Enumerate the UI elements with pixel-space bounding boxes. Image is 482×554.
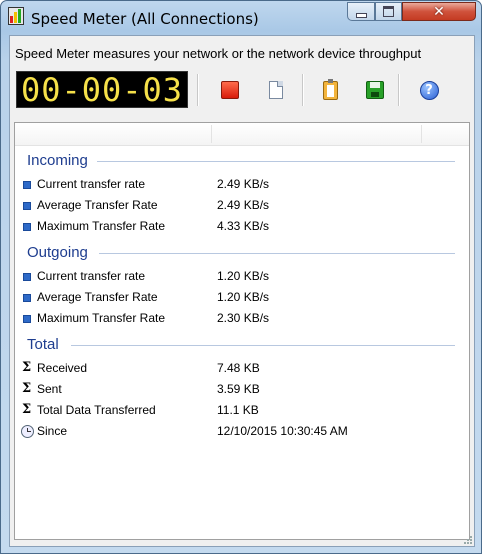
- list-item[interactable]: Since 12/10/2015 10:30:45 AM: [21, 423, 463, 443]
- minimize-icon: [355, 12, 367, 18]
- toolbar: 00-00-03 ?: [14, 70, 472, 110]
- row-label: Current transfer rate: [37, 269, 146, 283]
- row-label: Current transfer rate: [37, 177, 146, 191]
- window-title: Speed Meter (All Connections): [31, 10, 259, 28]
- group-divider: [99, 253, 455, 254]
- close-button[interactable]: ✕: [402, 2, 476, 21]
- save-button[interactable]: [364, 79, 386, 101]
- copy-to-clipboard-button[interactable]: [319, 78, 341, 101]
- help-icon: ?: [419, 80, 439, 100]
- help-button[interactable]: ?: [418, 79, 440, 101]
- row-value: 11.1 KB: [217, 403, 259, 417]
- bullet-icon: [23, 181, 31, 189]
- clipboard-icon: [322, 78, 338, 100]
- row-label: Average Transfer Rate: [37, 290, 158, 304]
- group-title-incoming: Incoming: [27, 152, 88, 169]
- group-divider: [71, 345, 455, 346]
- row-value: 2.49 KB/s: [217, 177, 270, 191]
- toolbar-separator: [302, 74, 304, 106]
- row-value: 2.30 KB/s: [217, 311, 270, 325]
- stop-icon: [221, 81, 239, 99]
- list-item[interactable]: Average Transfer Rate 1.20 KB/s: [23, 289, 463, 309]
- row-label: Maximum Transfer Rate: [37, 219, 166, 233]
- new-document-icon: [269, 81, 283, 99]
- maximize-icon: [383, 6, 394, 17]
- list-item[interactable]: Maximum Transfer Rate 2.30 KB/s: [23, 310, 463, 330]
- save-icon: [366, 81, 384, 99]
- row-label: Sent: [37, 382, 62, 396]
- row-label: Maximum Transfer Rate: [37, 311, 166, 325]
- bullet-icon: [23, 273, 31, 281]
- list-header: [15, 123, 469, 146]
- list-item[interactable]: Current transfer rate 2.49 KB/s: [23, 176, 463, 196]
- row-value: 12/10/2015 10:30:45 AM: [217, 424, 348, 438]
- clock-icon: [21, 425, 34, 438]
- sigma-icon: Σ: [22, 402, 32, 417]
- sigma-icon: Σ: [22, 360, 32, 375]
- toolbar-separator: [197, 74, 199, 106]
- toolbar-separator: [398, 74, 400, 106]
- row-value: 1.20 KB/s: [217, 269, 270, 283]
- maximize-button[interactable]: [375, 2, 402, 21]
- row-value: 1.20 KB/s: [217, 290, 270, 304]
- sigma-icon: Σ: [22, 381, 32, 396]
- speed-meter-app-icon[interactable]: [8, 7, 24, 25]
- list-item[interactable]: Maximum Transfer Rate 4.33 KB/s: [23, 218, 463, 238]
- row-label: Average Transfer Rate: [37, 198, 158, 212]
- group-title-total: Total: [27, 336, 59, 353]
- group-title-outgoing: Outgoing: [27, 244, 88, 261]
- minimize-button[interactable]: [347, 2, 375, 21]
- bullet-icon: [23, 223, 31, 231]
- elapsed-time-counter: 00-00-03: [16, 71, 188, 109]
- list-item[interactable]: Average Transfer Rate 2.49 KB/s: [23, 197, 463, 217]
- bullet-icon: [23, 202, 31, 210]
- list-item[interactable]: Σ Sent 3.59 KB: [22, 381, 463, 401]
- column-divider[interactable]: [421, 125, 422, 143]
- row-label: Received: [37, 361, 88, 375]
- row-value: 3.59 KB: [217, 382, 260, 396]
- group-divider: [97, 161, 455, 162]
- stop-button[interactable]: [219, 79, 241, 101]
- app-window: Speed Meter (All Connections) ✕ Speed Me…: [0, 0, 482, 554]
- resize-grip[interactable]: [461, 533, 473, 545]
- row-value: 2.49 KB/s: [217, 198, 270, 212]
- client-area: Speed Meter measures your network or the…: [9, 35, 475, 547]
- close-icon: ✕: [433, 3, 445, 20]
- statistics-panel: Incoming Current transfer rate 2.49 KB/s…: [14, 122, 470, 540]
- row-label: Since: [37, 424, 68, 438]
- list-item[interactable]: Σ Total Data Transferred 11.1 KB: [22, 402, 463, 422]
- list-item[interactable]: Σ Received 7.48 KB: [22, 360, 463, 380]
- row-label: Total Data Transferred: [37, 403, 156, 417]
- description-text: Speed Meter measures your network or the…: [15, 46, 422, 61]
- row-value: 4.33 KB/s: [217, 219, 270, 233]
- list-item[interactable]: Current transfer rate 1.20 KB/s: [23, 268, 463, 288]
- bullet-icon: [23, 294, 31, 302]
- title-bar[interactable]: Speed Meter (All Connections) ✕: [1, 1, 481, 35]
- bullet-icon: [23, 315, 31, 323]
- new-document-button[interactable]: [265, 79, 287, 101]
- column-divider[interactable]: [211, 125, 212, 143]
- row-value: 7.48 KB: [217, 361, 260, 375]
